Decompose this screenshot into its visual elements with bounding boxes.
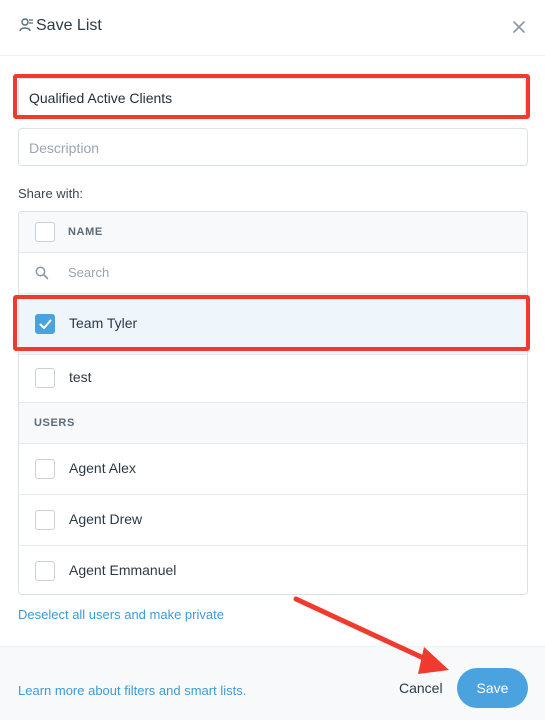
list-item-team-tyler[interactable]: Team Tyler xyxy=(19,294,527,355)
share-search-row: Search xyxy=(19,253,527,294)
search-icon xyxy=(35,266,49,280)
list-item-label: Agent Drew xyxy=(69,511,143,527)
cancel-button[interactable]: Cancel xyxy=(399,680,443,696)
agent-emmanuel-checkbox[interactable] xyxy=(35,561,55,581)
list-item-label: Agent Emmanuel xyxy=(69,562,177,578)
share-list-header: NAME xyxy=(19,212,527,253)
select-all-checkbox[interactable] xyxy=(35,222,55,242)
save-button[interactable]: Save xyxy=(457,668,528,708)
list-item-label: Agent Alex xyxy=(69,460,136,476)
checkmark-icon xyxy=(39,319,52,329)
list-item-agent-emmanuel[interactable]: Agent Emmanuel xyxy=(19,546,527,594)
list-item-label: test xyxy=(69,369,92,385)
list-item-label: Team Tyler xyxy=(69,315,138,331)
test-checkbox[interactable] xyxy=(35,368,55,388)
close-icon[interactable] xyxy=(510,18,528,36)
list-item-agent-drew[interactable]: Agent Drew xyxy=(19,495,527,546)
share-list: NAME Search Team Tyler test USERS Agent … xyxy=(18,211,528,595)
dialog-footer: Learn more about filters and smart lists… xyxy=(0,646,545,720)
agent-alex-checkbox[interactable] xyxy=(35,459,55,479)
list-item-test[interactable]: test xyxy=(19,355,527,403)
description-input[interactable]: Description xyxy=(18,128,528,166)
learn-more-link[interactable]: Learn more about filters and smart lists… xyxy=(18,683,246,698)
dialog-title: Save List xyxy=(36,17,102,34)
dialog-header: Save List xyxy=(0,0,545,56)
team-tyler-checkbox[interactable] xyxy=(35,314,55,334)
list-name-input[interactable]: Qualified Active Clients xyxy=(18,78,526,116)
agent-drew-checkbox[interactable] xyxy=(35,510,55,530)
users-header-label: USERS xyxy=(34,417,75,429)
list-user-icon xyxy=(19,18,33,32)
share-with-label: Share with: xyxy=(18,186,84,201)
deselect-all-link[interactable]: Deselect all users and make private xyxy=(18,607,224,622)
column-header-name: NAME xyxy=(68,226,103,238)
share-search-input[interactable]: Search xyxy=(68,265,109,280)
list-item-agent-alex[interactable]: Agent Alex xyxy=(19,444,527,495)
users-group-header: USERS xyxy=(19,403,527,444)
